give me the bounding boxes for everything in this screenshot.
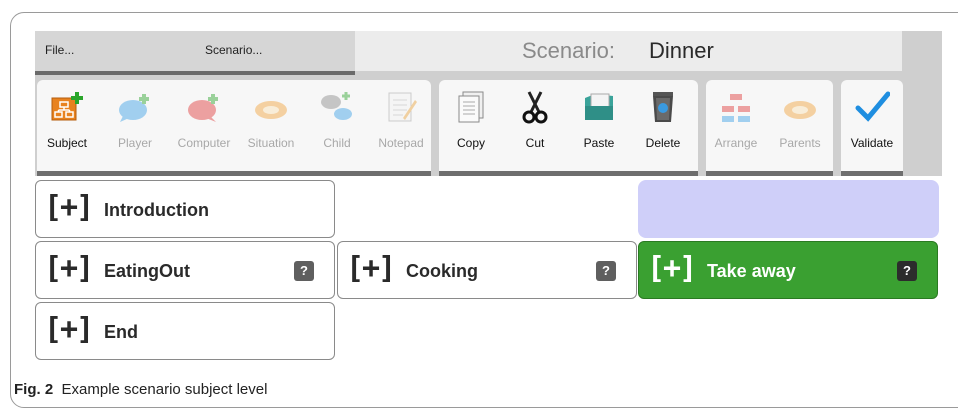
arrange-button[interactable]: Arrange: [706, 80, 766, 166]
player-button[interactable]: Player: [105, 80, 165, 166]
figure-caption: Fig. 2 Example scenario subject level: [14, 381, 267, 398]
child-button[interactable]: Child: [307, 80, 367, 166]
expand-icon[interactable]: [+]: [44, 190, 94, 225]
paste-icon: [585, 93, 613, 120]
computer-button[interactable]: Computer: [174, 80, 234, 166]
copy-label: Copy: [456, 136, 485, 150]
toolbar-group-edit: Copy Cut Paste Delete: [439, 80, 698, 176]
cut-label: Cut: [525, 136, 545, 150]
help-icon[interactable]: ?: [596, 261, 616, 281]
node-label: Introduction: [104, 200, 209, 220]
notepad-button[interactable]: Notepad: [371, 80, 431, 166]
scenario-title-label: Scenario:: [522, 38, 615, 63]
node-eatingout[interactable]: [+] EatingOut ?: [35, 241, 335, 299]
trash-icon: [653, 92, 673, 122]
delete-button[interactable]: Delete: [633, 80, 693, 166]
notepad-label: Notepad: [378, 136, 424, 150]
computer-label: Computer: [177, 136, 231, 150]
arrange-icon: [722, 94, 750, 122]
expand-icon[interactable]: [+]: [44, 312, 94, 347]
node-label: Take away: [707, 261, 796, 281]
situation-icon: [255, 101, 287, 119]
help-icon[interactable]: ?: [294, 261, 314, 281]
figure-number: Fig. 2: [14, 381, 54, 398]
file-menu[interactable]: File...: [45, 43, 74, 57]
child-label: Child: [323, 136, 351, 150]
subject-button[interactable]: Subject: [37, 80, 97, 166]
node-label: Cooking: [406, 261, 478, 281]
subject-icon: [51, 92, 83, 121]
validate-button[interactable]: Validate: [842, 80, 902, 166]
title-bar-edge: [902, 31, 942, 71]
menu-bar: File... Scenario...: [35, 31, 355, 75]
delete-label: Delete: [645, 136, 681, 150]
scenario-menu[interactable]: Scenario...: [205, 43, 262, 57]
node-introduction[interactable]: [+] Introduction: [35, 180, 335, 238]
parents-label: Parents: [779, 136, 821, 150]
node-takeaway[interactable]: [+] Take away ?: [638, 241, 938, 299]
scissors-icon: [522, 91, 548, 124]
toolbar-group-validate: Validate: [841, 80, 903, 176]
expand-icon[interactable]: [+]: [346, 251, 396, 286]
node-label: EatingOut: [104, 261, 190, 281]
editor-window: File... Scenario... Scenario: Dinner Sub…: [35, 31, 942, 176]
cut-button[interactable]: Cut: [505, 80, 565, 166]
subject-label: Subject: [46, 136, 88, 150]
notepad-icon: [388, 92, 417, 122]
copy-icon: [458, 91, 484, 123]
node-end[interactable]: [+] End: [35, 302, 335, 360]
situation-button[interactable]: Situation: [241, 80, 301, 166]
situation-label: Situation: [247, 136, 295, 150]
expand-icon[interactable]: [+]: [647, 251, 697, 286]
scenario-title-bar: Scenario: Dinner: [355, 31, 902, 71]
player-label: Player: [117, 136, 152, 150]
help-icon[interactable]: ?: [897, 261, 917, 281]
toolbar-group-add: Subject Player Computer Situation Child …: [37, 80, 431, 176]
paste-label: Paste: [583, 136, 615, 150]
child-icon: [321, 92, 352, 120]
parents-button[interactable]: Parents: [770, 80, 830, 166]
arrange-label: Arrange: [714, 136, 758, 150]
expand-icon[interactable]: [+]: [44, 251, 94, 286]
toolbar-group-layout: Arrange Parents: [706, 80, 833, 176]
figure-caption-text: Example scenario subject level: [61, 381, 268, 398]
node-cooking[interactable]: [+] Cooking ?: [337, 241, 637, 299]
parents-icon: [784, 101, 816, 119]
copy-button[interactable]: Copy: [441, 80, 501, 166]
computer-icon: [188, 94, 218, 122]
node-label: End: [104, 322, 138, 342]
checkmark-icon: [855, 91, 890, 122]
drop-placeholder: [638, 180, 939, 238]
player-icon: [119, 94, 149, 122]
validate-label: Validate: [850, 136, 894, 150]
paste-button[interactable]: Paste: [569, 80, 629, 166]
scenario-title-value: Dinner: [649, 38, 714, 63]
